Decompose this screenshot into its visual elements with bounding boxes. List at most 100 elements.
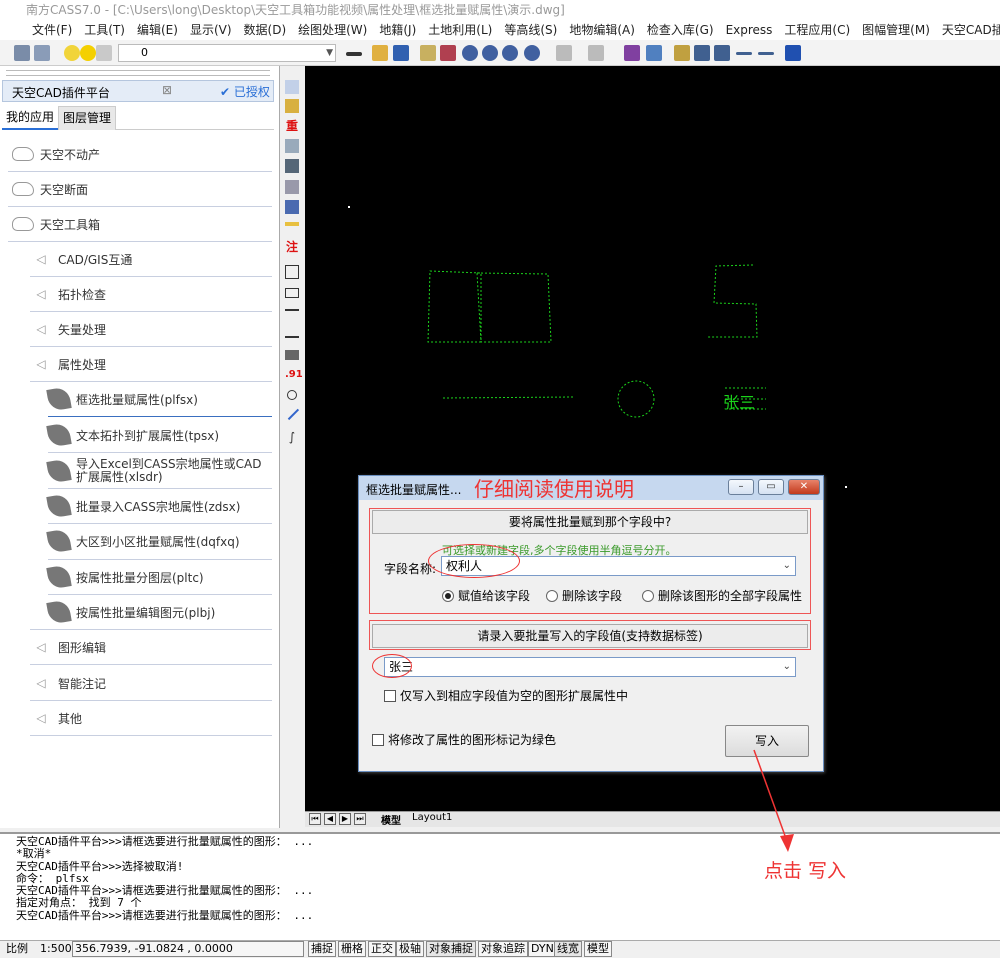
list-item-xlsdr[interactable]: 导入Excel到CASS宗地属性或CAD扩展属性(xlsdr) xyxy=(46,454,274,488)
maximize-button[interactable]: ▭ xyxy=(758,479,784,495)
circle-feature[interactable] xyxy=(617,380,655,418)
draw-icon[interactable] xyxy=(674,45,690,61)
menu-express[interactable]: Express xyxy=(720,20,779,40)
fence-icon[interactable] xyxy=(285,309,299,317)
menu-draw[interactable]: 绘图处理(W) xyxy=(292,20,373,40)
line-icon[interactable] xyxy=(285,222,299,226)
lineweight-icon[interactable] xyxy=(346,52,362,56)
list-item-smart-annotation[interactable]: ◁ 智能注记 xyxy=(30,666,272,700)
field-value-combo[interactable]: 张三 ⌄ xyxy=(384,657,796,677)
erase-icon[interactable] xyxy=(440,45,456,61)
polygon-icon[interactable] xyxy=(285,265,299,279)
tab-layer-manager[interactable]: 图层管理 xyxy=(58,106,117,130)
snap-toggle[interactable]: 捕捉 xyxy=(308,941,336,957)
stairs-icon[interactable] xyxy=(285,350,299,360)
curve-icon[interactable]: ∫ xyxy=(285,430,299,444)
mark-green-checkbox[interactable]: 将修改了属性的图形标记为绿色 xyxy=(372,731,556,748)
list-item-section[interactable]: 天空断面 xyxy=(12,172,272,206)
circle-icon[interactable] xyxy=(287,390,297,400)
dyn-toggle[interactable]: DYN xyxy=(528,941,557,957)
model-toggle[interactable]: 模型 xyxy=(584,941,612,957)
osnap-toggle[interactable]: 对象捕捉 xyxy=(426,941,476,957)
list-item-other[interactable]: ◁ 其他 xyxy=(30,701,272,735)
menu-contour[interactable]: 等高线(S) xyxy=(498,20,563,40)
ortho-toggle[interactable]: 正交 xyxy=(368,941,396,957)
zoom-window-icon[interactable] xyxy=(524,45,540,61)
list-item-pltc[interactable]: 按属性批量分图层(pltc) xyxy=(46,560,272,594)
menu-sheet[interactable]: 图幅管理(M) xyxy=(856,20,936,40)
list-item-topology[interactable]: ◁ 拓扑检查 xyxy=(30,277,272,311)
open-icon[interactable] xyxy=(372,45,388,61)
extend-icon[interactable] xyxy=(758,52,774,55)
menu-feature-edit[interactable]: 地物编辑(A) xyxy=(563,20,641,40)
layer-states-icon[interactable] xyxy=(34,45,50,61)
zoom-out-icon[interactable] xyxy=(502,45,518,61)
panel-grip[interactable] xyxy=(6,70,270,76)
layer-combo[interactable]: 0 ▼ xyxy=(118,44,336,62)
only-empty-checkbox[interactable]: 仅写入到相应字段值为空的图形扩展属性中 xyxy=(384,687,628,704)
properties-icon[interactable] xyxy=(624,45,640,61)
grid-points-icon[interactable] xyxy=(285,139,299,153)
heavy-icon[interactable]: 重 xyxy=(285,119,299,133)
five-shape[interactable] xyxy=(707,264,758,338)
list-item-toolbox[interactable]: 天空工具箱 xyxy=(12,207,272,241)
list-item-tpsx[interactable]: 文本拓扑到扩展属性(tpsx) xyxy=(46,418,272,452)
sun-icon[interactable] xyxy=(80,45,96,61)
layers-icon[interactable] xyxy=(14,45,30,61)
bulb-icon[interactable] xyxy=(64,45,80,61)
menu-edit[interactable]: 编辑(E) xyxy=(131,20,184,40)
canvas-label[interactable]: 张三 xyxy=(723,393,755,412)
menu-tools[interactable]: 工具(T) xyxy=(78,20,131,40)
first-tab-icon[interactable]: ⏮ xyxy=(309,813,321,825)
tab-model[interactable]: 模型 xyxy=(381,812,401,827)
point-icon[interactable] xyxy=(285,80,299,94)
menu-plugin[interactable]: 天空CAD插件平台 xyxy=(936,20,1000,40)
list-item-dqfxq[interactable]: 大区到小区批量赋属性(dqfxq) xyxy=(46,524,272,558)
list-item-zdsx[interactable]: 批量录入CASS宗地属性(zdsx) xyxy=(46,489,272,523)
menu-landuse[interactable]: 土地利用(L) xyxy=(422,20,498,40)
parcel-right[interactable] xyxy=(476,272,552,343)
menu-data[interactable]: 数据(D) xyxy=(238,20,293,40)
polar-toggle[interactable]: 极轴 xyxy=(396,941,424,957)
gear-icon[interactable] xyxy=(285,159,299,173)
prev-tab-icon[interactable]: ◀ xyxy=(324,813,336,825)
lock-icon[interactable] xyxy=(96,45,112,61)
calculator-icon[interactable] xyxy=(646,45,662,61)
trim-icon[interactable] xyxy=(736,52,752,55)
list-item-graphic-edit[interactable]: ◁ 图形编辑 xyxy=(30,630,272,664)
undo-icon[interactable] xyxy=(556,45,572,61)
menu-cadastre[interactable]: 地籍(J) xyxy=(373,20,422,40)
rectangle-icon[interactable] xyxy=(285,288,299,298)
list-item-plfsx[interactable]: 框选批量赋属性(plfsx) xyxy=(46,382,272,416)
help-icon[interactable] xyxy=(785,45,801,61)
pencil-icon[interactable] xyxy=(420,45,436,61)
tab-my-apps[interactable]: 我的应用 xyxy=(2,106,59,130)
list-item-vector[interactable]: ◁ 矢量处理 xyxy=(30,312,272,346)
list-item-attribute[interactable]: ◁ 属性处理 xyxy=(30,347,272,381)
redo-icon[interactable] xyxy=(588,45,604,61)
lineweight-toggle[interactable]: 线宽 xyxy=(554,941,582,957)
snap-icon[interactable] xyxy=(714,45,730,61)
scale-value[interactable]: 1:500 xyxy=(40,942,72,956)
menu-engineering[interactable]: 工程应用(C) xyxy=(778,20,856,40)
close-icon[interactable]: ⊠ xyxy=(162,83,172,97)
dashed-line[interactable] xyxy=(442,396,574,399)
next-tab-icon[interactable]: ▶ xyxy=(339,813,351,825)
minimize-button[interactable]: – xyxy=(728,479,754,495)
last-tab-icon[interactable]: ⏭ xyxy=(354,813,366,825)
grid-toggle[interactable]: 栅格 xyxy=(338,941,366,957)
tab-layout1[interactable]: Layout1 xyxy=(412,812,452,823)
pencil-icon[interactable] xyxy=(285,99,299,113)
elevation-icon[interactable]: .91 xyxy=(285,368,303,382)
annotate-icon[interactable]: 注 xyxy=(285,240,299,254)
menu-file[interactable]: 文件(F) xyxy=(26,20,78,40)
wall-icon[interactable] xyxy=(285,330,299,338)
zoom-in-icon[interactable] xyxy=(482,45,498,61)
edit-icon[interactable] xyxy=(285,200,299,214)
menu-check[interactable]: 检查入库(G) xyxy=(641,20,720,40)
list-item-cadgis[interactable]: ◁ CAD/GIS互通 xyxy=(30,242,272,276)
zoom-icon[interactable] xyxy=(462,45,478,61)
list-item-plbj[interactable]: 按属性批量编辑图元(plbj) xyxy=(46,595,272,629)
move-icon[interactable] xyxy=(694,45,710,61)
menu-view[interactable]: 显示(V) xyxy=(184,20,238,40)
